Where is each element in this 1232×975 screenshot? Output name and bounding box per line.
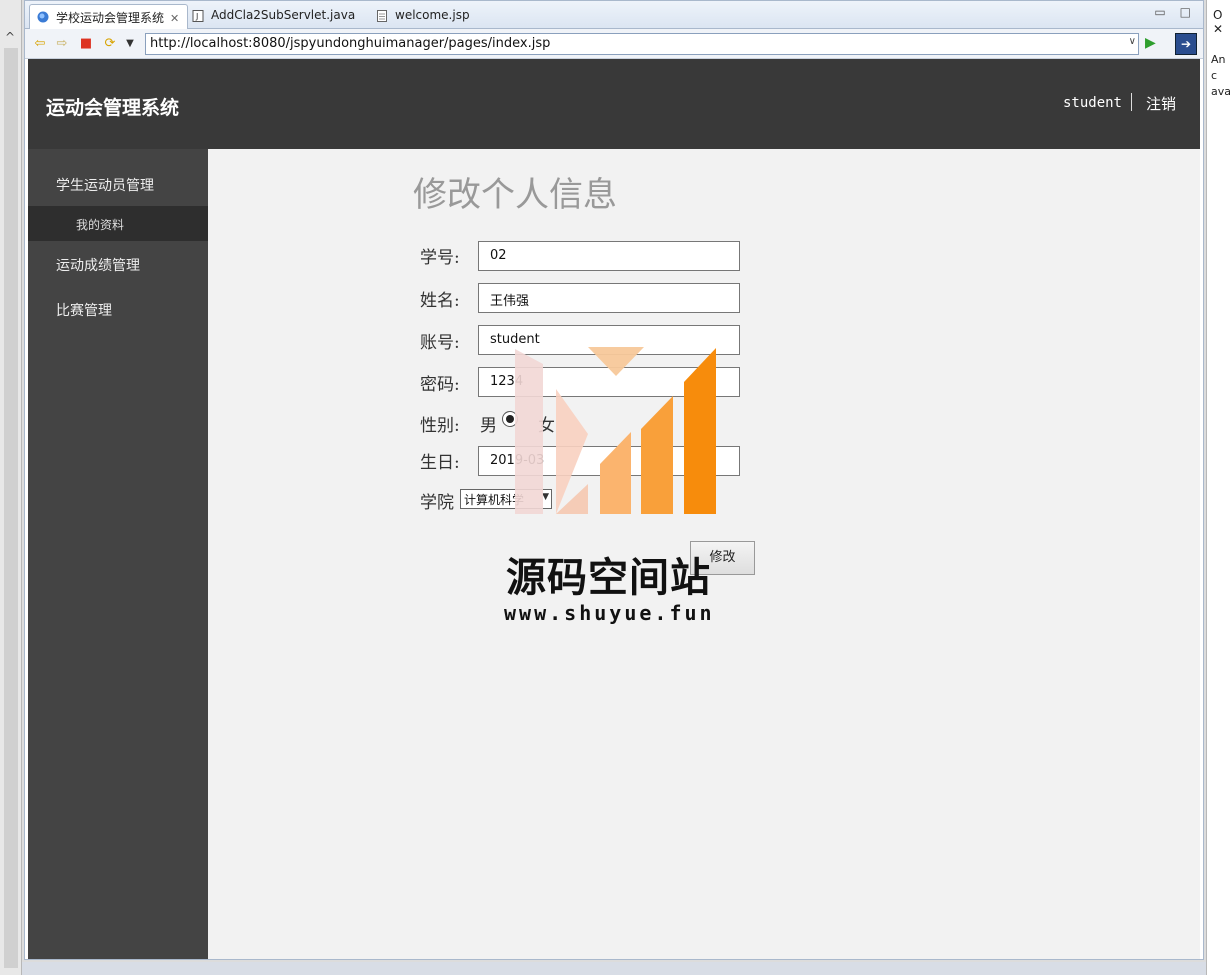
- main-content: 修改个人信息 学号: 02 姓名: 王伟强 账号: student 密码: 12…: [208, 149, 1200, 959]
- right-pane-title: O ✕: [1213, 8, 1224, 36]
- left-gutter: ^: [0, 0, 22, 975]
- student-id-field[interactable]: 02: [478, 241, 740, 271]
- name-label: 姓名:: [420, 291, 460, 311]
- watermark-url: www.shuyue.fun: [504, 601, 715, 625]
- page-title: 修改个人信息: [413, 175, 617, 215]
- close-icon[interactable]: ✕: [170, 12, 179, 25]
- go-icon[interactable]: ▶: [1145, 35, 1156, 51]
- gutter-scrollbar[interactable]: [4, 48, 18, 968]
- sidebar-item-score-mgmt[interactable]: 运动成绩管理: [28, 241, 208, 285]
- gender-female-label: 女: [538, 416, 555, 436]
- student-id-label: 学号:: [420, 248, 460, 268]
- brand-title: 运动会管理系统: [46, 97, 180, 119]
- college-select[interactable]: 计算机科学 ▼: [460, 489, 552, 509]
- window-buttons: ▭ □: [1140, 5, 1191, 19]
- globe-icon: [37, 11, 49, 23]
- svg-text:J: J: [195, 12, 198, 21]
- logout-link[interactable]: 注销: [1146, 93, 1176, 114]
- sidebar-item-athlete-mgmt[interactable]: 学生运动员管理: [28, 161, 208, 205]
- college-value: 计算机科学: [464, 493, 525, 507]
- forward-arrow-icon[interactable]: ⇨: [53, 35, 71, 53]
- browser-toolbar: ⇦ ⇨ ■ ⟳ ▼ http://localhost:8080/jspyundo…: [25, 29, 1203, 59]
- tab-welcome-jsp[interactable]: welcome.jsp: [369, 4, 478, 29]
- tab-school-sports[interactable]: 学校运动会管理系统 ✕: [29, 4, 189, 29]
- maximize-icon[interactable]: □: [1180, 5, 1191, 19]
- watermark-title: 源码空间站: [506, 555, 711, 601]
- gender-male-label: 男: [480, 416, 497, 436]
- tab-label: AddCla2SubServlet.java: [211, 8, 356, 22]
- right-side-pane: O ✕ An c ava: [1206, 0, 1232, 975]
- collapse-up-icon[interactable]: ^: [5, 30, 15, 44]
- birthday-field[interactable]: 2019-03: [478, 446, 740, 476]
- browser-editor: 学校运动会管理系统 ✕ J AddCla2SubServlet.java welc…: [24, 0, 1204, 960]
- sidebar: 学生运动员管理 我的资料 运动成绩管理 比赛管理: [28, 149, 208, 959]
- web-page: 运动会管理系统 student 注销 学生运动员管理 我的资料 运动成绩管理 比…: [28, 59, 1200, 959]
- college-label: 学院: [420, 493, 454, 513]
- tab-label: welcome.jsp: [395, 8, 470, 22]
- refresh-icon[interactable]: ⟳: [101, 35, 119, 53]
- minimize-icon[interactable]: ▭: [1154, 5, 1165, 19]
- birthday-label: 生日:: [420, 453, 460, 473]
- external-browser-icon[interactable]: ➔: [1175, 33, 1197, 55]
- back-arrow-icon[interactable]: ⇦: [31, 35, 49, 53]
- account-label: 账号:: [420, 333, 460, 353]
- gender-label: 性别:: [420, 416, 460, 436]
- editor-tab-bar: 学校运动会管理系统 ✕ J AddCla2SubServlet.java welc…: [25, 1, 1203, 29]
- password-field[interactable]: 1234: [478, 367, 740, 397]
- username: student: [1062, 95, 1122, 111]
- bottom-taskbar: [22, 962, 1206, 975]
- chevron-down-icon: ▼: [542, 492, 549, 502]
- chevron-down-icon[interactable]: ▼: [121, 35, 139, 53]
- url-text: http://localhost:8080/jspyundonghuimanag…: [150, 36, 551, 51]
- account-field[interactable]: student: [478, 325, 740, 355]
- stop-icon[interactable]: ■: [77, 35, 95, 53]
- name-field[interactable]: 王伟强: [478, 283, 740, 313]
- password-label: 密码:: [420, 375, 460, 395]
- java-file-icon: J: [192, 10, 204, 22]
- tab-label: 学校运动会管理系统: [56, 11, 165, 25]
- url-input[interactable]: http://localhost:8080/jspyundonghuimanag…: [145, 33, 1139, 55]
- sidebar-item-my-profile[interactable]: 我的资料: [28, 206, 208, 241]
- url-dropdown-icon[interactable]: ∨: [1129, 36, 1136, 47]
- tab-addcla2subservlet[interactable]: J AddCla2SubServlet.java: [185, 4, 363, 29]
- header-divider: [1131, 93, 1132, 111]
- jsp-file-icon: [377, 10, 387, 22]
- right-pane-text: An c ava: [1211, 53, 1231, 98]
- gender-male-radio[interactable]: [502, 411, 518, 427]
- sidebar-item-match-mgmt[interactable]: 比赛管理: [28, 286, 208, 330]
- app-header: 运动会管理系统 student 注销: [28, 59, 1200, 149]
